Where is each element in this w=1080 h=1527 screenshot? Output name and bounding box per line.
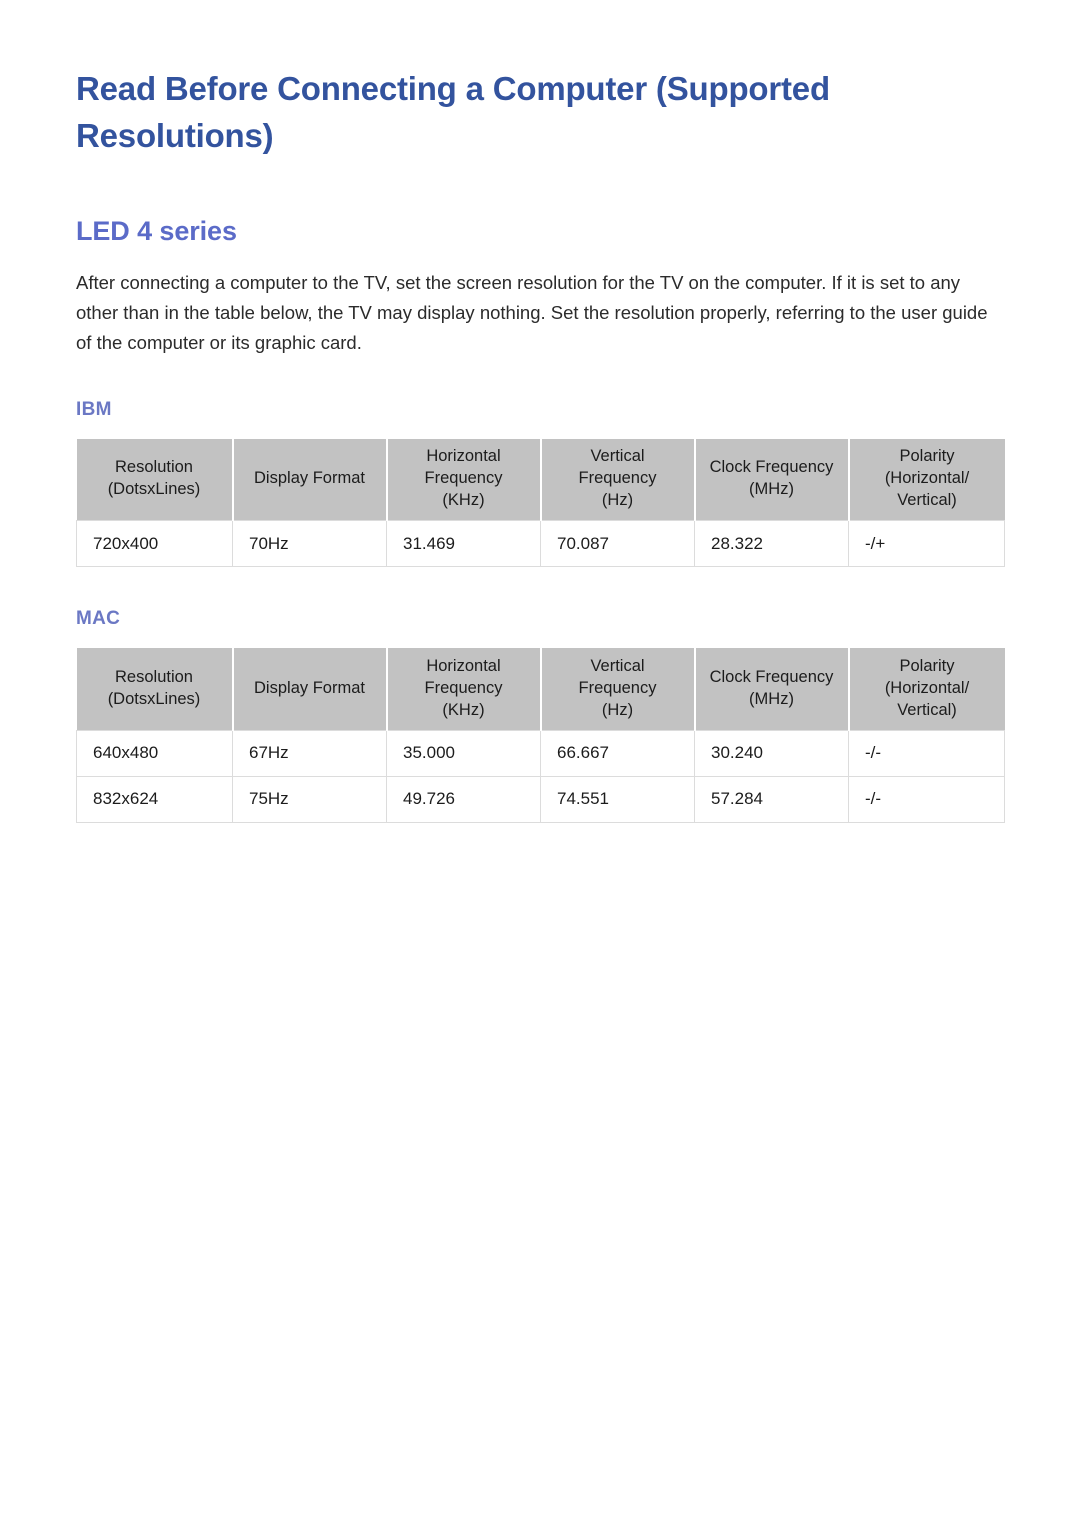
table-row: 720x400 70Hz 31.469 70.087 28.322 -/+ xyxy=(76,520,1005,568)
cell-vertical-frequency: 66.667 xyxy=(540,729,695,777)
cell-clock-frequency: 30.240 xyxy=(694,729,849,777)
header-line: (Horizontal/ xyxy=(884,678,970,697)
cell-polarity: -/- xyxy=(848,776,1005,823)
header-line: Vertical xyxy=(590,447,645,466)
column-header-clock-frequency: Clock Frequency (MHz) xyxy=(694,648,850,731)
header-line: Clock Frequency xyxy=(709,667,834,686)
header-line: (KHz) xyxy=(442,491,485,510)
cell-resolution: 640x480 xyxy=(76,729,233,777)
header-line: Vertical) xyxy=(897,491,957,510)
table-row: 832x624 75Hz 49.726 74.551 57.284 -/- xyxy=(76,776,1005,823)
cell-polarity: -/- xyxy=(848,729,1005,777)
cell-horizontal-frequency: 31.469 xyxy=(386,520,541,568)
column-header-resolution: Resolution (DotsxLines) xyxy=(76,438,234,521)
table-label-mac: MAC xyxy=(76,608,121,630)
table-header-row: Resolution (DotsxLines) Display Format H… xyxy=(76,438,1005,521)
cell-display-format: 70Hz xyxy=(232,520,387,568)
header-line: Horizontal xyxy=(426,656,501,675)
header-line: (DotsxLines) xyxy=(107,689,201,708)
table-label-ibm: IBM xyxy=(76,398,112,420)
header-line: (MHz) xyxy=(749,480,794,499)
section-heading-led-4-series: LED 4 series xyxy=(76,215,237,246)
cell-horizontal-frequency: 49.726 xyxy=(386,776,541,823)
page-title: Read Before Connecting a Computer (Suppo… xyxy=(76,70,830,154)
header-line: Vertical) xyxy=(897,700,957,719)
column-header-vertical-frequency: Vertical Frequency (Hz) xyxy=(540,648,696,731)
cell-resolution: 832x624 xyxy=(76,776,233,823)
column-header-clock-frequency: Clock Frequency (MHz) xyxy=(694,438,850,521)
header-line: Vertical xyxy=(590,656,645,675)
table-row: 640x480 67Hz 35.000 66.667 30.240 -/- xyxy=(76,729,1005,777)
ibm-spec-table: Resolution (DotsxLines) Display Format H… xyxy=(76,438,1005,568)
header-line: Polarity xyxy=(899,447,955,466)
header-line: Frequency xyxy=(424,678,503,697)
header-line: (DotsxLines) xyxy=(107,480,201,499)
cell-vertical-frequency: 74.551 xyxy=(540,776,695,823)
header-line: (MHz) xyxy=(749,689,794,708)
cell-display-format: 67Hz xyxy=(232,729,387,777)
header-line: (Hz) xyxy=(601,700,634,719)
header-line: (Horizontal/ xyxy=(884,469,970,488)
header-line: Frequency xyxy=(578,678,657,697)
cell-horizontal-frequency: 35.000 xyxy=(386,729,541,777)
header-line: (KHz) xyxy=(442,700,485,719)
header-line: Clock Frequency xyxy=(709,458,834,477)
table-header-row: Resolution (DotsxLines) Display Format H… xyxy=(76,648,1005,731)
cell-display-format: 75Hz xyxy=(232,776,387,823)
header-line: Polarity xyxy=(899,656,955,675)
header-line: (Hz) xyxy=(601,491,634,510)
intro-paragraph: After connecting a computer to the TV, s… xyxy=(76,271,988,353)
header-line: Frequency xyxy=(424,469,503,488)
header-line: Resolution xyxy=(115,458,193,477)
document-page: Read Before Connecting a Computer (Suppo… xyxy=(0,0,1080,1527)
cell-vertical-frequency: 70.087 xyxy=(540,520,695,568)
mac-spec-table: Resolution (DotsxLines) Display Format H… xyxy=(76,648,1005,823)
column-header-display-format: Display Format xyxy=(232,648,388,731)
column-header-horizontal-frequency: Horizontal Frequency (KHz) xyxy=(386,438,542,521)
cell-clock-frequency: 57.284 xyxy=(694,776,849,823)
cell-polarity: -/+ xyxy=(848,520,1005,568)
column-header-display-format: Display Format xyxy=(232,438,388,521)
column-header-polarity: Polarity (Horizontal/ Vertical) xyxy=(848,648,1005,731)
header-line: Horizontal xyxy=(426,447,501,466)
header-line: Display Format xyxy=(254,678,365,697)
header-line: Display Format xyxy=(254,469,365,488)
column-header-polarity: Polarity (Horizontal/ Vertical) xyxy=(848,438,1005,521)
header-line: Frequency xyxy=(578,469,657,488)
cell-clock-frequency: 28.322 xyxy=(694,520,849,568)
column-header-resolution: Resolution (DotsxLines) xyxy=(76,648,234,731)
column-header-vertical-frequency: Vertical Frequency (Hz) xyxy=(540,438,696,521)
cell-resolution: 720x400 xyxy=(76,520,233,568)
column-header-horizontal-frequency: Horizontal Frequency (KHz) xyxy=(386,648,542,731)
header-line: Resolution xyxy=(115,667,193,686)
